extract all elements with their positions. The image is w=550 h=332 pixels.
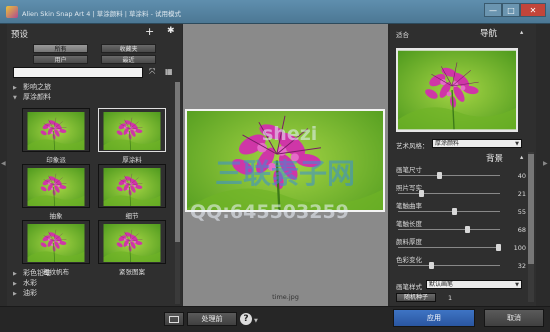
slider-knob[interactable] — [437, 172, 443, 179]
fit-view-icon[interactable]: ⤧ — [149, 67, 155, 77]
slider-knob[interactable] — [496, 244, 501, 251]
seed-value: 1 — [448, 294, 453, 302]
slider-track[interactable] — [398, 175, 500, 176]
close-button[interactable]: ✕ — [520, 3, 546, 17]
plus-icon[interactable]: + — [145, 25, 154, 38]
slider-track[interactable] — [398, 247, 500, 248]
flower-thumbnail — [26, 224, 86, 262]
preset-search-input[interactable] — [13, 67, 143, 78]
view-mode-button[interactable] — [164, 312, 184, 326]
expand-arrow-icon: ▶ — [13, 281, 17, 287]
collapse-arrow-icon[interactable]: ▴ — [520, 153, 523, 161]
filter-recent-button[interactable]: 最近 — [101, 55, 156, 64]
tree-item-impasto[interactable]: ▼ 厚涂颜料 — [13, 92, 173, 102]
presets-scrollbar[interactable] — [175, 82, 180, 304]
art-style-label: 艺术风格： — [396, 142, 429, 150]
preset-label: 抽象 — [49, 212, 63, 220]
chevron-down-icon[interactable]: ▼ — [254, 318, 258, 324]
slider-track[interactable] — [398, 193, 500, 194]
slider-knob[interactable] — [418, 190, 424, 197]
param-color-variation[interactable]: 色彩变化 32 — [396, 254, 526, 276]
filename-label: time.jpg — [272, 293, 299, 301]
slider-knob[interactable] — [429, 262, 435, 269]
scrollbar-thumb[interactable] — [175, 82, 180, 242]
slider-track[interactable] — [398, 229, 500, 230]
collapse-right-icon[interactable]: ▶ — [543, 160, 548, 167]
apply-button[interactable]: 应用 — [393, 309, 475, 327]
flower-thumbnail — [26, 112, 86, 150]
preset-thumb-abstract[interactable] — [22, 164, 90, 208]
slider-knob[interactable] — [464, 226, 470, 233]
collapse-arrow-icon[interactable]: ▴ — [520, 28, 523, 36]
tree-item-impressionist-journey[interactable]: ▶ 影响之旅 — [13, 82, 173, 92]
settings-panel: 适合 导航 ▴ 艺术风格： 厚涂颜料 ▼ 背景 ▴ 画笔尺寸 40 照片写实 2… — [390, 24, 536, 306]
gear-icon[interactable]: ✱ — [167, 26, 175, 36]
preset-thumbnails: 印象派 厚涂料 抽象 细节 粗纹帆布 紧张图案 — [13, 104, 171, 276]
preset-thumb-detail[interactable] — [98, 164, 166, 208]
fit-button[interactable]: 适合 — [396, 29, 409, 39]
chevron-down-icon: ▼ — [515, 141, 519, 147]
filter-user-button[interactable]: 用户 — [33, 55, 88, 64]
brush-style-label: 画笔样式 — [396, 283, 422, 291]
minimize-button[interactable]: — — [484, 3, 502, 17]
tree-item-watercolor[interactable]: ▶ 水彩 — [13, 278, 173, 288]
scrollbar-thumb[interactable] — [528, 154, 534, 264]
flower-thumbnail — [102, 224, 162, 262]
flower-thumbnail — [102, 112, 162, 150]
preview-image[interactable] — [185, 109, 385, 212]
random-seed-button[interactable]: 随机种子 — [396, 293, 436, 302]
collapse-left-icon[interactable]: ◀ — [1, 160, 6, 167]
preset-thumb-tense-pattern[interactable] — [98, 220, 166, 264]
filter-favorites-button[interactable]: 收藏夹 — [101, 44, 156, 53]
preset-label: 厚涂料 — [122, 156, 142, 164]
chevron-down-icon: ▼ — [515, 282, 519, 288]
preset-label: 印象派 — [46, 156, 66, 164]
collapse-arrow-icon: ▼ — [13, 95, 17, 101]
title-bar: Alien Skin Snap Art 4 | 草涂颜料 | 草涂料 - 试用模… — [0, 0, 550, 24]
before-process-button[interactable]: 处理前 — [187, 312, 237, 326]
split-view-icon — [169, 316, 179, 323]
slider-knob[interactable] — [451, 208, 457, 215]
navigator-title: 导航 — [480, 29, 498, 39]
brush-style-dropdown[interactable]: 默认画笔 ▼ — [426, 280, 522, 289]
maximize-button[interactable]: □ — [502, 3, 520, 17]
background-title: 背景 — [486, 154, 504, 164]
tree-item-colored-pencil[interactable]: ▶ 彩色铅笔 — [13, 268, 173, 278]
presets-panel: 预设 + ✱ 所有 收藏夹 用户 最近 ⤧ ▦ ▶ 影响之旅 ▼ 厚涂颜料 印象派 … — [7, 24, 182, 306]
preset-thumb-impasto[interactable] — [98, 108, 166, 152]
slider-track[interactable] — [398, 265, 500, 266]
grid-view-icon[interactable]: ▦ — [165, 67, 173, 76]
preview-area[interactable]: time.jpg — [183, 24, 388, 306]
preset-thumb-rough-canvas[interactable] — [22, 220, 90, 264]
presets-header: 预设 + ✱ — [7, 24, 182, 40]
expand-arrow-icon: ▶ — [13, 271, 17, 277]
tree-item-oil[interactable]: ▶ 油彩 — [13, 288, 173, 298]
preset-label: 细节 — [125, 212, 139, 220]
expand-arrow-icon: ▶ — [13, 291, 17, 297]
bottom-bar: 处理前 ? ▼ 应用 取消 — [0, 306, 550, 332]
window-title: Alien Skin Snap Art 4 | 草涂颜料 | 草涂料 - 试用模… — [22, 10, 182, 18]
preset-tree-bottom: ▶ 彩色铅笔 ▶ 水彩 ▶ 油彩 — [13, 268, 173, 298]
settings-scrollbar[interactable] — [528, 152, 534, 302]
navigator-thumbnail — [398, 50, 516, 130]
preset-thumb-impressionism[interactable] — [22, 108, 90, 152]
presets-title: 预设 — [11, 30, 29, 40]
flower-thumbnail — [102, 168, 162, 206]
expand-arrow-icon: ▶ — [13, 85, 17, 91]
flower-thumbnail — [26, 168, 86, 206]
navigator-frame[interactable] — [396, 48, 518, 132]
app-icon — [6, 6, 18, 18]
slider-track[interactable] — [398, 211, 500, 212]
art-style-dropdown[interactable]: 厚涂颜料 ▼ — [432, 139, 522, 148]
filter-all-button[interactable]: 所有 — [33, 44, 88, 53]
preset-tree: ▶ 影响之旅 ▼ 厚涂颜料 — [13, 82, 173, 102]
cancel-button[interactable]: 取消 — [484, 309, 544, 327]
help-icon[interactable]: ? — [240, 313, 252, 325]
